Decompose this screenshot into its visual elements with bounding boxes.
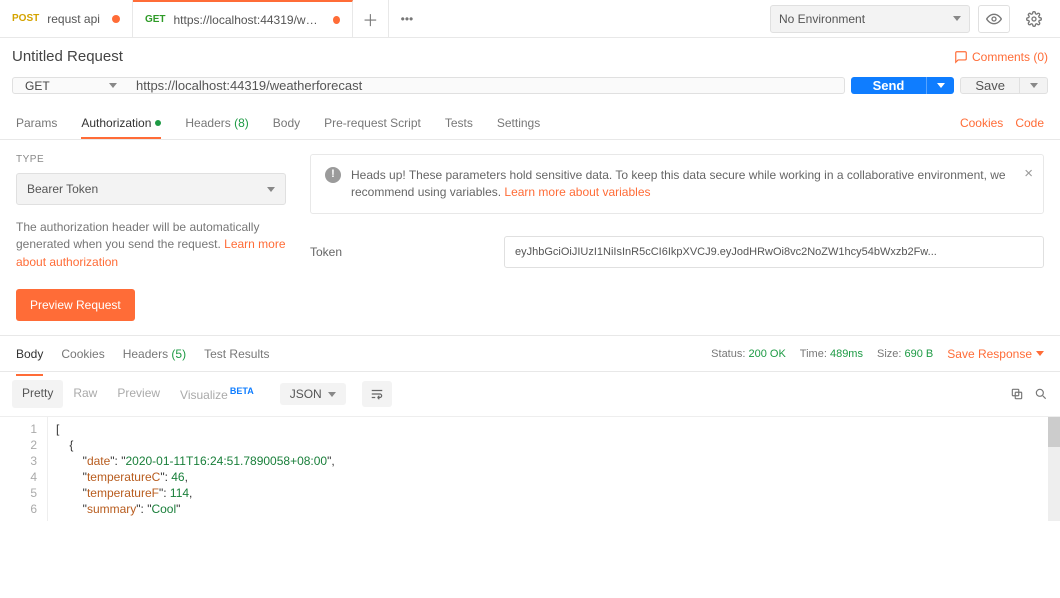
- chevron-down-icon: [937, 83, 945, 88]
- code-link[interactable]: Code: [1015, 116, 1044, 130]
- settings-button[interactable]: [1018, 5, 1050, 33]
- environment-label: No Environment: [779, 12, 865, 26]
- view-raw[interactable]: Raw: [63, 380, 107, 408]
- resp-tab-tests[interactable]: Test Results: [204, 339, 269, 369]
- preview-request-button[interactable]: Preview Request: [16, 289, 135, 321]
- save-response-button[interactable]: Save Response: [947, 347, 1044, 361]
- tab-authorization[interactable]: Authorization: [81, 108, 161, 138]
- chevron-down-icon: [953, 16, 961, 21]
- token-row: Token eyJhbGciOiJIUzI1NiIsInR5cCI6IkpXVC…: [310, 236, 1044, 268]
- chevron-down-icon: [267, 187, 275, 192]
- tab-params[interactable]: Params: [16, 108, 57, 138]
- tab-prerequest[interactable]: Pre-request Script: [324, 108, 421, 138]
- cookies-link[interactable]: Cookies: [960, 116, 1003, 130]
- save-button[interactable]: Save: [960, 77, 1020, 94]
- comments-label: Comments (0): [972, 50, 1048, 64]
- resp-tab-headers[interactable]: Headers (5): [123, 339, 186, 369]
- format-select[interactable]: JSON: [280, 383, 346, 405]
- variables-learn-more-link[interactable]: Learn more about variables: [504, 185, 650, 199]
- chevron-down-icon: [1036, 351, 1044, 356]
- chevron-down-icon: [328, 392, 336, 397]
- authorization-panel: TYPE Bearer Token The authorization head…: [0, 140, 1060, 336]
- method-value: GET: [25, 79, 50, 93]
- url-value: https://localhost:44319/weatherforecast: [136, 78, 362, 93]
- scrollbar-thumb[interactable]: [1048, 417, 1060, 447]
- request-title: Untitled Request: [12, 48, 123, 65]
- token-label: Token: [310, 245, 490, 259]
- chevron-down-icon: [1030, 83, 1038, 88]
- auth-help-text: The authorization header will be automat…: [16, 219, 286, 271]
- tab-request-1[interactable]: POST requst api: [0, 0, 133, 37]
- title-row: Untitled Request Comments (0): [0, 38, 1060, 71]
- url-row: GET https://localhost:44319/weatherforec…: [0, 71, 1060, 106]
- method-badge: GET: [145, 14, 166, 25]
- time-info: Time: 489ms: [800, 348, 863, 360]
- copy-icon: [1010, 387, 1024, 401]
- code-content: [ { "date": "2020-01-11T16:24:51.7890058…: [48, 417, 1048, 521]
- resp-tab-body[interactable]: Body: [16, 339, 43, 369]
- response-tabs: Body Cookies Headers (5) Test Results St…: [0, 336, 1060, 372]
- save-options-button[interactable]: [1020, 77, 1048, 94]
- search-response-button[interactable]: [1034, 387, 1048, 401]
- url-input[interactable]: https://localhost:44319/weatherforecast: [124, 77, 845, 94]
- quicklook-button[interactable]: [978, 5, 1010, 33]
- environment-select[interactable]: No Environment: [770, 5, 970, 33]
- copy-response-button[interactable]: [1010, 387, 1024, 401]
- beta-badge: BETA: [230, 386, 254, 396]
- view-preview[interactable]: Preview: [107, 380, 170, 408]
- info-icon: !: [325, 167, 341, 183]
- response-body[interactable]: 123456 [ { "date": "2020-01-11T16:24:51.…: [0, 417, 1060, 521]
- comments-button[interactable]: Comments (0): [954, 50, 1048, 64]
- send-options-button[interactable]: [926, 77, 954, 94]
- tab-options-button[interactable]: •••: [389, 0, 425, 37]
- dot-indicator-icon: [155, 120, 161, 126]
- wrap-lines-button[interactable]: [362, 381, 392, 407]
- view-visualize[interactable]: VisualizeBETA: [170, 380, 264, 408]
- status-info: Status: 200 OK: [711, 348, 786, 360]
- auth-type-select[interactable]: Bearer Token: [16, 173, 286, 205]
- token-input[interactable]: eyJhbGciOiJIUzI1NiIsInR5cCI6IkpXVCJ9.eyJ…: [504, 236, 1044, 268]
- view-pretty[interactable]: Pretty: [12, 380, 63, 408]
- chevron-down-icon: [109, 83, 117, 88]
- tab-title: https://localhost:44319/weathe...: [174, 13, 322, 27]
- tab-headers[interactable]: Headers (8): [185, 108, 248, 138]
- tab-bar: POST requst api GET https://localhost:44…: [0, 0, 1060, 38]
- gear-icon: [1026, 11, 1042, 27]
- tab-title: requst api: [47, 12, 100, 26]
- line-numbers: 123456: [0, 417, 48, 521]
- tab-body[interactable]: Body: [273, 108, 300, 138]
- method-select[interactable]: GET: [12, 77, 130, 94]
- size-info: Size: 690 B: [877, 348, 933, 360]
- alert-heading: Heads up!: [351, 168, 406, 182]
- tab-settings[interactable]: Settings: [497, 108, 540, 138]
- auth-type-value: Bearer Token: [27, 182, 98, 196]
- search-icon: [1034, 387, 1048, 401]
- resp-tab-cookies[interactable]: Cookies: [61, 339, 104, 369]
- method-badge: POST: [12, 13, 39, 24]
- response-view-row: Pretty Raw Preview VisualizeBETA JSON: [0, 372, 1060, 417]
- request-tabs: Params Authorization Headers (8) Body Pr…: [0, 106, 1060, 140]
- type-label: TYPE: [16, 154, 286, 165]
- alert-close-button[interactable]: ×: [1024, 163, 1033, 184]
- tab-tests[interactable]: Tests: [445, 108, 473, 138]
- wrap-icon: [370, 387, 384, 401]
- sensitive-data-alert: ! Heads up! These parameters hold sensit…: [310, 154, 1044, 214]
- scrollbar[interactable]: [1048, 417, 1060, 521]
- eye-icon: [986, 11, 1002, 27]
- new-tab-button[interactable]: ＋: [353, 0, 389, 37]
- tab-request-2[interactable]: GET https://localhost:44319/weathe...: [133, 0, 353, 37]
- comment-icon: [954, 50, 968, 64]
- send-button[interactable]: Send: [851, 77, 927, 94]
